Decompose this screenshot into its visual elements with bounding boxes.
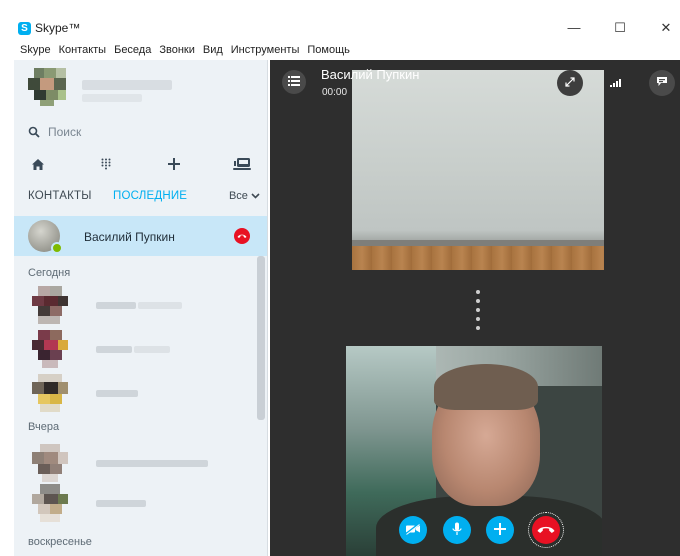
plus-icon bbox=[494, 522, 506, 538]
remote-video bbox=[352, 70, 604, 270]
self-video-preview bbox=[346, 346, 602, 556]
profile-name-redacted bbox=[82, 80, 172, 90]
toggle-video-button[interactable] bbox=[399, 516, 427, 544]
contact-detail-redacted bbox=[138, 302, 182, 309]
divider-dot bbox=[476, 308, 480, 312]
sidebar: Поиск КОНТАКТЫ ПОСЛЕДНИЕ Все Василий Пуп… bbox=[14, 60, 268, 556]
contact-tabs: КОНТАКТЫ ПОСЛЕДНИЕ Все bbox=[28, 190, 260, 206]
contact-name-redacted bbox=[96, 390, 138, 397]
filter-label: Все bbox=[228, 190, 248, 202]
maximize-button[interactable]: ☐ bbox=[606, 18, 634, 38]
video-divider-dots bbox=[476, 290, 480, 335]
chat-icon bbox=[656, 76, 668, 90]
skype-logo-icon: S bbox=[18, 22, 31, 35]
menu-tools[interactable]: Инструменты bbox=[227, 42, 304, 58]
hangup-icon[interactable] bbox=[234, 228, 250, 244]
caller-name: Василий Пупкин bbox=[321, 67, 420, 82]
search-placeholder: Поиск bbox=[48, 125, 82, 139]
divider-dot bbox=[476, 290, 480, 294]
tab-contacts[interactable]: КОНТАКТЫ bbox=[28, 190, 92, 202]
sidebar-toolbar bbox=[14, 154, 267, 174]
hangup-icon bbox=[537, 523, 555, 537]
window-title: Skype™ bbox=[35, 21, 81, 35]
section-yesterday: Вчера bbox=[28, 421, 60, 433]
contact-name-redacted bbox=[96, 500, 146, 507]
search-box[interactable]: Поиск bbox=[28, 124, 81, 140]
expand-icon bbox=[565, 76, 575, 90]
call-menu-button[interactable] bbox=[282, 70, 306, 94]
active-contact-row[interactable]: Василий Пупкин bbox=[14, 216, 267, 256]
menu-bar: Skype Контакты Беседа Звонки Вид Инструм… bbox=[0, 42, 680, 58]
call-timer: 00:00 bbox=[322, 87, 348, 98]
avatar bbox=[28, 220, 63, 254]
signal-icon bbox=[610, 76, 622, 90]
section-today: Сегодня bbox=[28, 267, 71, 279]
video-off-icon bbox=[405, 522, 421, 538]
avatar bbox=[28, 444, 72, 482]
call-quality-button[interactable] bbox=[603, 70, 629, 96]
add-participant-button[interactable] bbox=[486, 516, 514, 544]
list-item[interactable] bbox=[28, 374, 264, 414]
profile-status-redacted bbox=[82, 94, 142, 102]
microphone-icon bbox=[452, 522, 462, 539]
contact-name-redacted bbox=[96, 460, 208, 467]
bot-icon[interactable] bbox=[232, 154, 252, 174]
list-item[interactable] bbox=[28, 330, 264, 370]
section-sunday: воскресенье bbox=[28, 536, 92, 548]
menu-skype[interactable]: Skype bbox=[0, 42, 55, 58]
dialpad-icon[interactable] bbox=[96, 154, 116, 174]
chat-button[interactable] bbox=[649, 70, 675, 96]
avatar bbox=[28, 286, 72, 324]
minimize-button[interactable]: — bbox=[560, 18, 588, 38]
search-icon bbox=[28, 126, 40, 138]
profile-avatar[interactable] bbox=[28, 68, 72, 106]
tab-recent[interactable]: ПОСЛЕДНИЕ bbox=[113, 190, 187, 202]
plus-icon[interactable] bbox=[164, 154, 184, 174]
title-bar: S Skype™ — ☐ ✕ bbox=[0, 14, 680, 42]
home-icon[interactable] bbox=[28, 154, 48, 174]
remote-video-floor bbox=[352, 246, 604, 270]
call-area: Василий Пупкин 00:00 bbox=[270, 60, 680, 556]
list-item[interactable] bbox=[28, 444, 264, 484]
menu-view[interactable]: Вид bbox=[199, 42, 227, 58]
close-button[interactable]: ✕ bbox=[652, 18, 680, 38]
menu-contacts[interactable]: Контакты bbox=[55, 42, 111, 58]
list-item[interactable] bbox=[28, 286, 264, 326]
sidebar-scrollbar[interactable] bbox=[257, 256, 265, 420]
divider-dot bbox=[476, 299, 480, 303]
microphone-button[interactable] bbox=[443, 516, 471, 544]
avatar bbox=[28, 484, 72, 522]
contact-detail-redacted bbox=[134, 346, 170, 353]
divider-dot bbox=[476, 326, 480, 330]
menu-help[interactable]: Помощь bbox=[303, 42, 354, 58]
avatar bbox=[28, 330, 72, 368]
divider-dot bbox=[476, 317, 480, 321]
menu-conversation[interactable]: Беседа bbox=[110, 42, 155, 58]
list-item[interactable] bbox=[28, 484, 264, 524]
expand-button[interactable] bbox=[557, 70, 583, 96]
contact-name-redacted bbox=[96, 346, 132, 353]
avatar bbox=[28, 374, 72, 412]
contact-name-redacted bbox=[96, 302, 136, 309]
filter-dropdown[interactable]: Все bbox=[229, 190, 260, 202]
list-icon bbox=[288, 75, 300, 89]
end-call-button[interactable] bbox=[528, 512, 564, 548]
menu-calls[interactable]: Звонки bbox=[155, 42, 199, 58]
online-status-icon bbox=[51, 242, 63, 254]
self-video-hair bbox=[434, 364, 538, 410]
contact-name: Василий Пупкин bbox=[84, 230, 175, 244]
chevron-down-icon bbox=[251, 190, 260, 202]
